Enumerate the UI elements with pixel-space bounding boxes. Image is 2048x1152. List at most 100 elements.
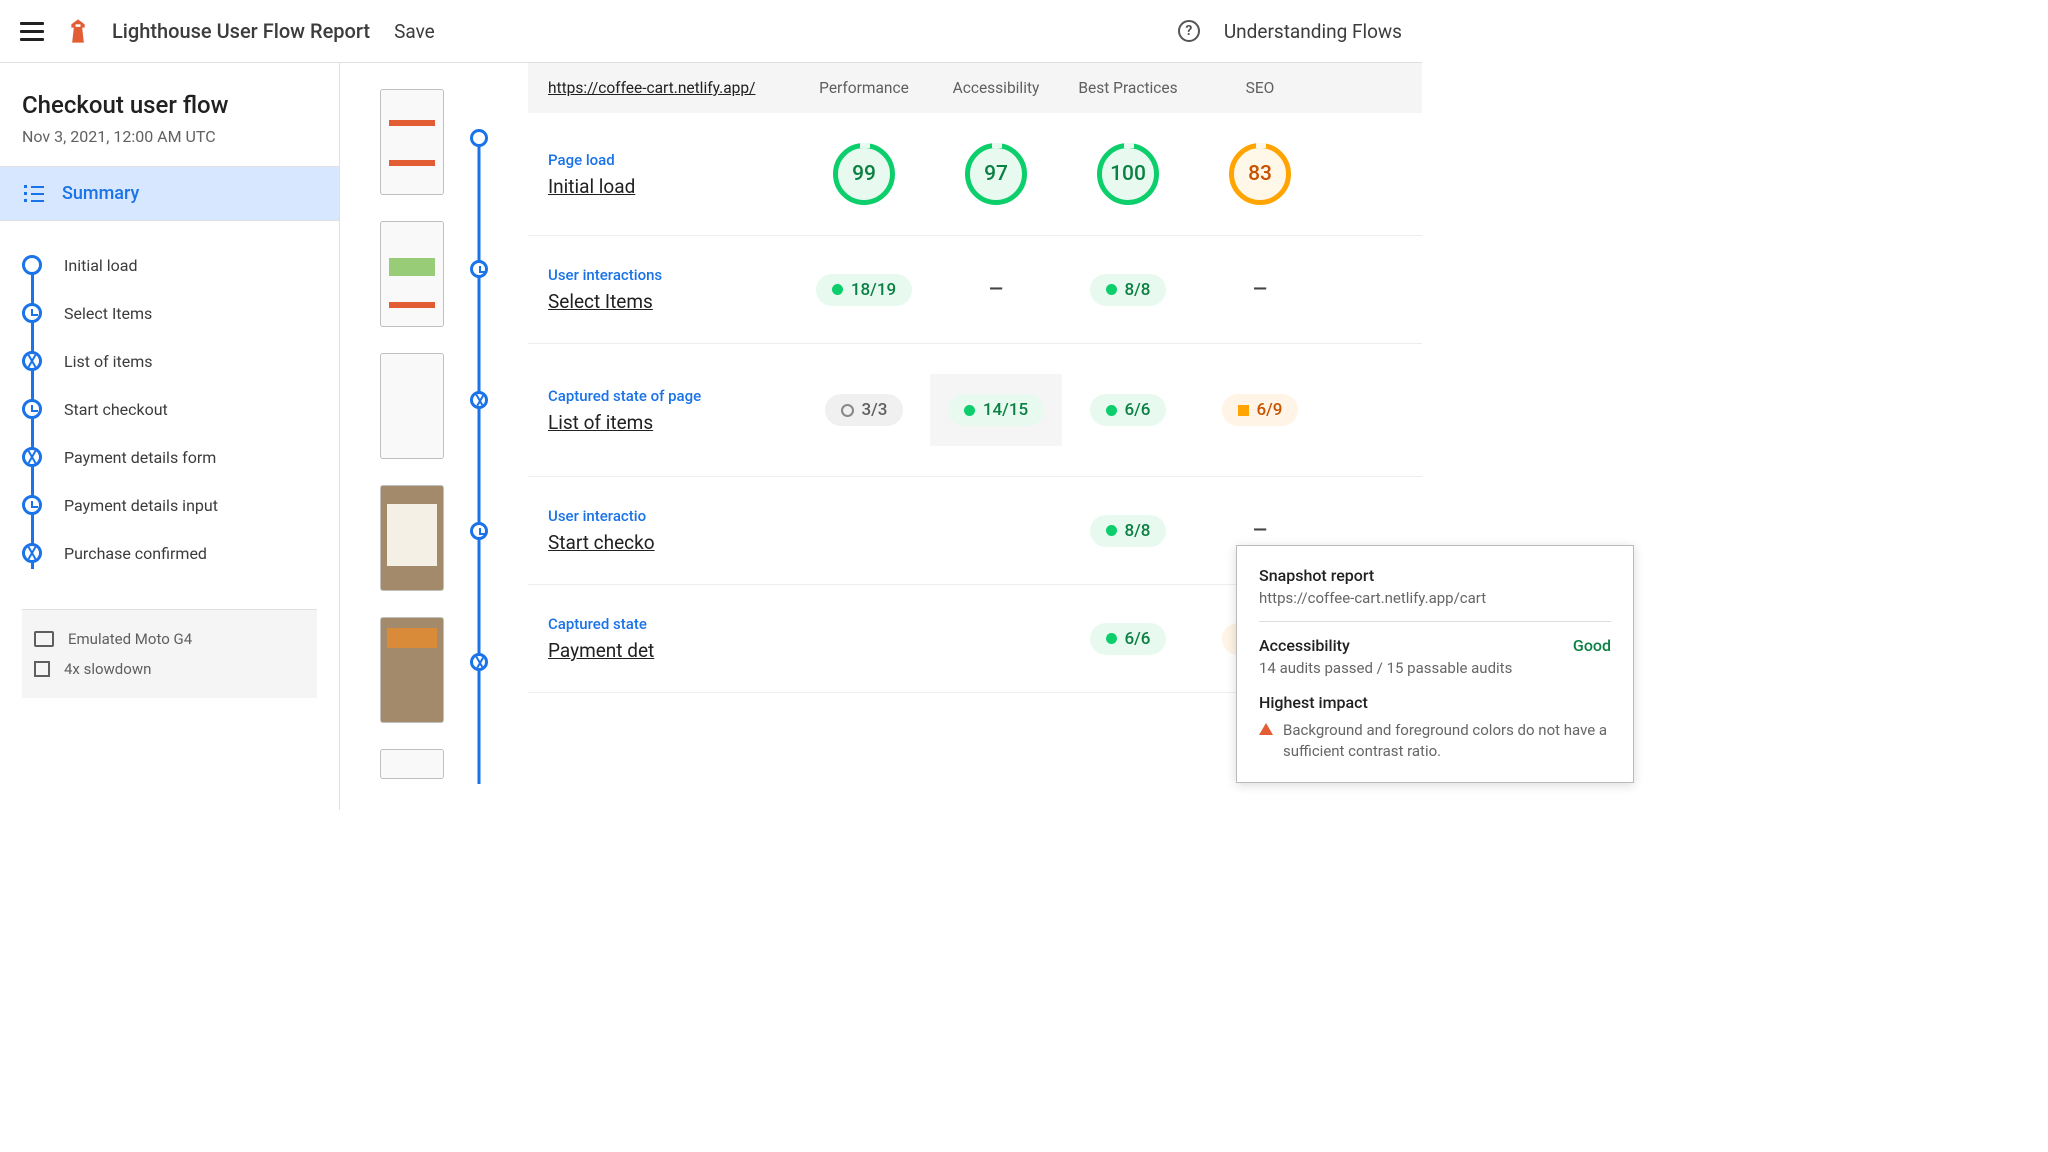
score-cell[interactable]: 6/9 xyxy=(1194,394,1326,426)
score-cell[interactable]: 14/15 xyxy=(930,374,1062,446)
aperture-icon xyxy=(22,447,42,467)
summary-label: Summary xyxy=(62,183,139,204)
pill: 6/9 xyxy=(1222,394,1299,426)
pill: 14/15 xyxy=(948,394,1044,426)
list-icon xyxy=(24,185,44,202)
col-accessibility: Accessibility xyxy=(930,79,1062,97)
gauge: 97 xyxy=(965,143,1027,205)
sidebar-step[interactable]: Payment details input xyxy=(22,481,317,529)
cpu-icon xyxy=(34,661,50,677)
cpu-label: 4x slowdown xyxy=(64,660,151,678)
row-type: Captured state xyxy=(548,615,798,633)
table-row: Captured state of page List of items 3/3 14… xyxy=(528,344,1422,477)
step-label: List of items xyxy=(64,352,153,371)
device-label: Emulated Moto G4 xyxy=(68,630,192,648)
pill: 6/6 xyxy=(1090,623,1167,655)
score-cell[interactable]: 6/6 xyxy=(1062,394,1194,426)
score-cell[interactable]: 8/8 xyxy=(1062,274,1194,306)
score-cell[interactable]: 3/3 xyxy=(798,394,930,426)
row-type: Page load xyxy=(548,151,798,169)
warning-triangle-icon xyxy=(1259,723,1273,735)
tooltip: Snapshot report https://coffee-cart.netl… xyxy=(1236,545,1634,783)
sidebar-summary[interactable]: Summary xyxy=(0,166,339,221)
row-name-link[interactable]: Start checko xyxy=(548,531,798,554)
tooltip-url: https://coffee-cart.netlify.app/cart xyxy=(1259,589,1611,622)
thumbnails xyxy=(380,89,444,784)
circle-icon xyxy=(22,255,42,275)
gauge: 99 xyxy=(833,143,895,205)
sidebar-step[interactable]: Initial load xyxy=(22,241,317,289)
score-cell: — xyxy=(1194,520,1326,541)
table-row: Page load Initial load 99 97 100 83 xyxy=(528,113,1422,236)
score-cell[interactable]: 83 xyxy=(1194,143,1326,205)
timeline-node xyxy=(470,522,488,540)
pill: 8/8 xyxy=(1090,274,1167,306)
flow-date: Nov 3, 2021, 12:00 AM UTC xyxy=(22,127,317,146)
col-best-practices: Best Practices xyxy=(1062,79,1194,97)
aperture-icon xyxy=(22,351,42,371)
row-name-link[interactable]: Select Items xyxy=(548,290,798,313)
score-cell[interactable]: 8/8 xyxy=(1062,515,1194,547)
tooltip-title: Snapshot report xyxy=(1259,566,1611,585)
pill: 18/19 xyxy=(816,274,912,306)
step-label: Start checkout xyxy=(64,400,168,419)
row-type: Captured state of page xyxy=(548,387,798,405)
pill: 6/6 xyxy=(1090,394,1167,426)
clock-icon xyxy=(22,399,42,419)
pill: 3/3 xyxy=(825,394,904,426)
tooltip-impact-text: Background and foreground colors do not … xyxy=(1283,720,1611,762)
sidebar-step[interactable]: Payment details form xyxy=(22,433,317,481)
row-name-link[interactable]: List of items xyxy=(548,411,798,434)
row-type: User interactio xyxy=(548,507,798,525)
gauge: 83 xyxy=(1229,143,1291,205)
save-button[interactable]: Save xyxy=(394,20,435,43)
thumbnail[interactable] xyxy=(380,749,444,779)
step-label: Payment details form xyxy=(64,448,216,467)
thumbnail[interactable] xyxy=(380,221,444,327)
timeline-node xyxy=(470,653,488,671)
thumbnail[interactable] xyxy=(380,89,444,195)
score-cell: — xyxy=(1194,279,1326,300)
step-label: Select Items xyxy=(64,304,152,323)
col-performance: Performance xyxy=(798,79,930,97)
tooltip-rating: Good xyxy=(1573,636,1611,655)
pill: 8/8 xyxy=(1090,515,1167,547)
gauge: 100 xyxy=(1097,143,1159,205)
tooltip-category: Accessibility xyxy=(1259,636,1350,655)
understanding-flows-link[interactable]: Understanding Flows xyxy=(1224,20,1402,43)
menu-icon[interactable] xyxy=(20,22,44,41)
url-link[interactable]: https://coffee-cart.netlify.app/ xyxy=(548,79,798,97)
timeline xyxy=(470,89,488,784)
table-row: User interactions Select Items 18/19 — 8/8 — xyxy=(528,236,1422,344)
thumbnail[interactable] xyxy=(380,485,444,591)
report-title: Lighthouse User Flow Report xyxy=(112,19,370,43)
score-cell: — xyxy=(930,279,1062,300)
sidebar-step[interactable]: List of items xyxy=(22,337,317,385)
score-cell[interactable]: 99 xyxy=(798,143,930,205)
clock-icon xyxy=(22,303,42,323)
score-cell[interactable]: 100 xyxy=(1062,143,1194,205)
sidebar-step[interactable]: Select Items xyxy=(22,289,317,337)
row-type: User interactions xyxy=(548,266,798,284)
timeline-node xyxy=(470,391,488,409)
tooltip-impact-title: Highest impact xyxy=(1259,693,1611,712)
score-cell[interactable]: 18/19 xyxy=(798,274,930,306)
aperture-icon xyxy=(22,543,42,563)
step-label: Initial load xyxy=(64,256,138,275)
row-name-link[interactable]: Payment det xyxy=(548,639,798,662)
sidebar-step[interactable]: Start checkout xyxy=(22,385,317,433)
score-cell[interactable]: 97 xyxy=(930,143,1062,205)
flow-title: Checkout user flow xyxy=(22,91,317,119)
environment-info: Emulated Moto G4 4x slowdown xyxy=(22,609,317,698)
help-icon[interactable]: ? xyxy=(1178,20,1200,42)
table-header: https://coffee-cart.netlify.app/ Perform… xyxy=(528,63,1422,113)
device-icon xyxy=(34,631,54,647)
row-name-link[interactable]: Initial load xyxy=(548,175,798,198)
score-cell[interactable]: 6/6 xyxy=(1062,623,1194,655)
thumbnail[interactable] xyxy=(380,353,444,459)
sidebar-step[interactable]: Purchase confirmed xyxy=(22,529,317,577)
thumbnail[interactable] xyxy=(380,617,444,723)
step-label: Purchase confirmed xyxy=(64,544,207,563)
timeline-node xyxy=(470,129,488,147)
clock-icon xyxy=(22,495,42,515)
